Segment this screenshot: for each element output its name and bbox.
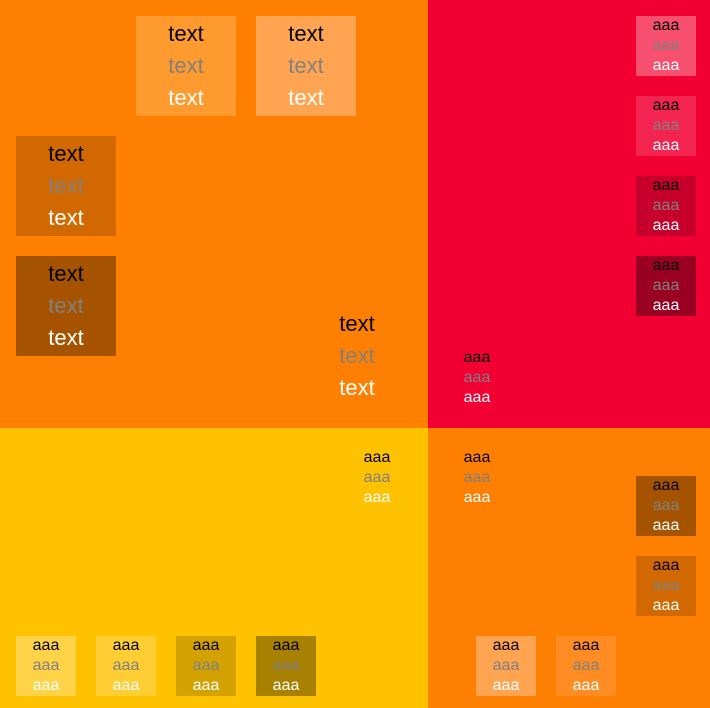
black-text: aaa <box>652 177 680 194</box>
white-text: text <box>339 375 375 400</box>
white-text: aaa <box>492 677 520 694</box>
white-text: aaa <box>192 677 220 694</box>
white-text: aaa <box>652 217 680 234</box>
small-swatch-tr-base: aaa aaa aaa <box>447 348 507 408</box>
gray-text: aaa <box>463 369 491 386</box>
gray-text: aaa <box>652 277 680 294</box>
small-swatch-bl-light-1: aaa aaa aaa <box>16 636 76 696</box>
white-text: aaa <box>272 677 300 694</box>
black-text: aaa <box>652 17 680 34</box>
white-text: aaa <box>652 517 680 534</box>
small-swatch-bl-dark-2: aaa aaa aaa <box>256 636 316 696</box>
white-text: aaa <box>463 389 491 406</box>
white-text: aaa <box>112 677 140 694</box>
white-text: aaa <box>652 57 680 74</box>
small-swatch-tr-dark-2: aaa aaa aaa <box>636 256 696 316</box>
gray-text: aaa <box>652 37 680 54</box>
big-swatch-light-1: text text text <box>136 16 236 116</box>
white-text: aaa <box>572 677 600 694</box>
small-swatch-br-dark-1: aaa aaa aaa <box>636 476 696 536</box>
gray-text: aaa <box>492 657 520 674</box>
black-text: text <box>288 21 324 46</box>
gray-text: aaa <box>32 657 60 674</box>
small-swatch-tr-dark-1: aaa aaa aaa <box>636 176 696 236</box>
black-text: aaa <box>652 477 680 494</box>
black-text: aaa <box>492 637 520 654</box>
black-text: aaa <box>112 637 140 654</box>
big-swatch-dark-2: text text text <box>16 256 116 356</box>
white-text: text <box>168 85 204 110</box>
gray-text: aaa <box>652 577 680 594</box>
black-text: aaa <box>652 97 680 114</box>
small-swatch-br-dark-2: aaa aaa aaa <box>636 556 696 616</box>
black-text: aaa <box>32 637 60 654</box>
big-swatch-light-2: text text text <box>256 16 356 116</box>
gray-text: text <box>288 53 324 78</box>
white-text: text <box>48 325 84 350</box>
gray-text: aaa <box>272 657 300 674</box>
gray-text: aaa <box>652 497 680 514</box>
black-text: text <box>48 141 84 166</box>
small-swatch-br-light-1: aaa aaa aaa <box>476 636 536 696</box>
gray-text: text <box>339 343 375 368</box>
black-text: aaa <box>463 449 491 466</box>
black-text: text <box>48 261 84 286</box>
small-swatch-br-light-2: aaa aaa aaa <box>556 636 616 696</box>
small-swatch-br-base: aaa aaa aaa <box>447 448 507 508</box>
white-text: aaa <box>652 297 680 314</box>
small-swatch-bl-dark-1: aaa aaa aaa <box>176 636 236 696</box>
white-text: aaa <box>363 489 391 506</box>
black-text: aaa <box>192 637 220 654</box>
white-text: text <box>288 85 324 110</box>
gray-text: text <box>168 53 204 78</box>
black-text: aaa <box>363 449 391 466</box>
black-text: aaa <box>272 637 300 654</box>
white-text: aaa <box>652 137 680 154</box>
gray-text: aaa <box>112 657 140 674</box>
small-swatch-bl-base: aaa aaa aaa <box>347 448 407 508</box>
small-swatch-tr-light-2: aaa aaa aaa <box>636 96 696 156</box>
gray-text: aaa <box>192 657 220 674</box>
gray-text: aaa <box>652 197 680 214</box>
white-text: aaa <box>463 489 491 506</box>
gray-text: aaa <box>652 117 680 134</box>
black-text: aaa <box>652 257 680 274</box>
black-text: text <box>339 311 375 336</box>
small-swatch-tr-light-1: aaa aaa aaa <box>636 16 696 76</box>
gray-text: aaa <box>463 469 491 486</box>
white-text: aaa <box>32 677 60 694</box>
big-swatch-dark-1: text text text <box>16 136 116 236</box>
gray-text: aaa <box>572 657 600 674</box>
big-swatch-base: text text text <box>307 306 407 406</box>
small-swatch-bl-light-2: aaa aaa aaa <box>96 636 156 696</box>
white-text: text <box>48 205 84 230</box>
black-text: aaa <box>652 557 680 574</box>
gray-text: text <box>48 173 84 198</box>
gray-text: text <box>48 293 84 318</box>
gray-text: aaa <box>363 469 391 486</box>
black-text: text <box>168 21 204 46</box>
white-text: aaa <box>652 597 680 614</box>
black-text: aaa <box>463 349 491 366</box>
black-text: aaa <box>572 637 600 654</box>
